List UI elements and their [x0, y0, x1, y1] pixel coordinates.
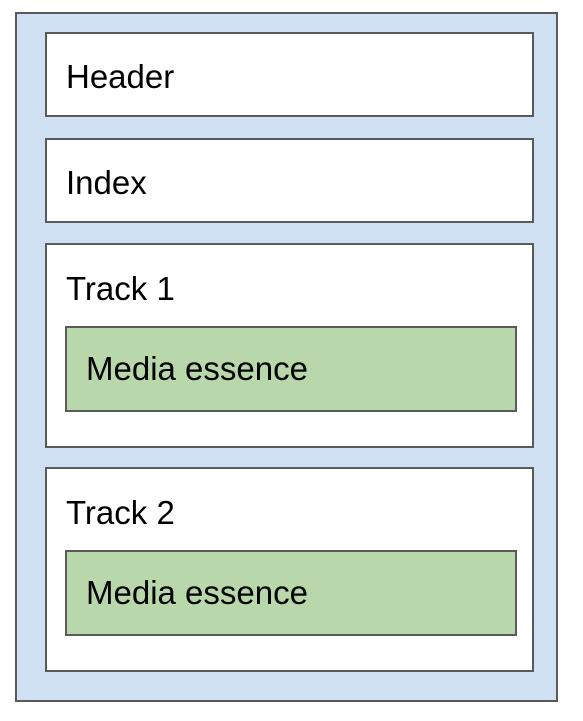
header-box: Header — [45, 32, 534, 117]
file-container: Header Index Track 1 Media essence Track… — [15, 12, 558, 702]
track-2-media-essence-box: Media essence — [65, 550, 517, 636]
header-label: Header — [66, 58, 175, 95]
index-label: Index — [66, 164, 147, 201]
track-1-media-essence-label: Media essence — [86, 350, 308, 387]
track-2-label: Track 2 — [66, 494, 175, 531]
track-1-box: Track 1 Media essence — [45, 243, 534, 448]
track-2-media-essence-label: Media essence — [86, 574, 308, 611]
index-box: Index — [45, 138, 534, 223]
track-1-label: Track 1 — [66, 270, 175, 307]
track-1-media-essence-box: Media essence — [65, 326, 517, 412]
track-2-box: Track 2 Media essence — [45, 467, 534, 672]
